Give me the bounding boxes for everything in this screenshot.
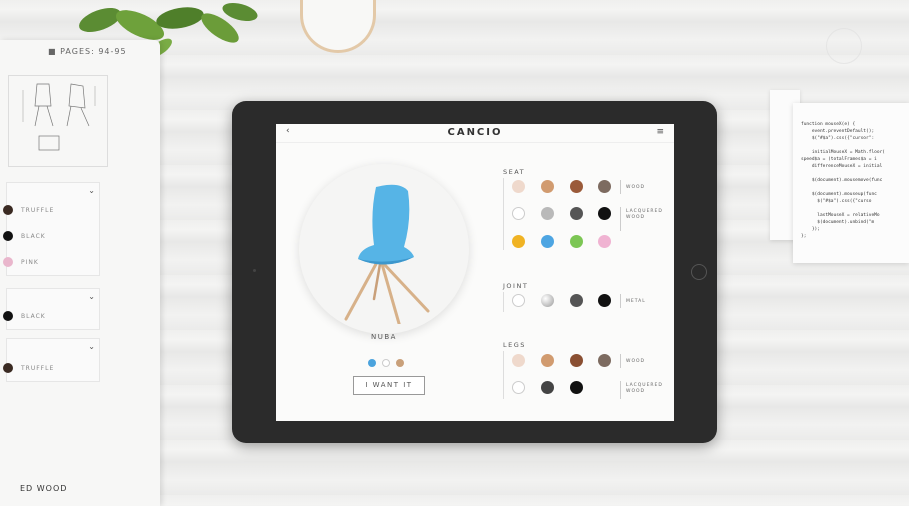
divider: [503, 292, 504, 312]
color-dot: [3, 363, 13, 373]
swatch-seat-lacq-8[interactable]: [598, 235, 611, 248]
variant-selector: [368, 359, 404, 367]
chevron-down-icon: ⌄: [88, 186, 95, 195]
swatch-seat-wood-4[interactable]: [598, 180, 611, 193]
swatch-seat-lacq-6[interactable]: [541, 235, 554, 248]
brand-logo: CANCIO: [447, 127, 503, 138]
camera-icon: [253, 269, 256, 272]
divider: [620, 381, 621, 399]
divider: [503, 351, 504, 399]
chevron-down-icon: ⌄: [88, 342, 95, 351]
code-card: function mouseX(e) { event.preventDefaul…: [793, 103, 909, 263]
divider: [620, 354, 621, 368]
color-card-3: ⌄ TRUFFLE: [3, 338, 100, 382]
swatch-joint-3[interactable]: [570, 294, 583, 307]
divider: [620, 294, 621, 308]
chair-sketch: [8, 75, 108, 167]
color-row: TRUFFLE: [3, 355, 99, 381]
color-card-2: ⌄ BLACK: [3, 288, 100, 330]
color-dot: [3, 231, 13, 241]
variant-dot[interactable]: [382, 359, 390, 367]
color-label: BLACK: [21, 312, 46, 320]
pages-label: ■ PAGES: 94-95: [48, 47, 127, 56]
variant-dot[interactable]: [368, 359, 376, 367]
color-row: TRUFFLE: [3, 197, 99, 223]
color-row: BLACK: [3, 303, 99, 329]
swatch-legs-lacq-1[interactable]: [512, 381, 525, 394]
color-row: PINK: [3, 249, 99, 275]
divider: [620, 180, 621, 194]
home-button[interactable]: [691, 264, 707, 280]
swatch-joint-4[interactable]: [598, 294, 611, 307]
color-card-1: ⌄ TRUFFLE BLACK PINK: [3, 182, 100, 276]
chair-leg: [372, 262, 382, 301]
section-legs-label: LEGS: [503, 341, 526, 349]
app-header: ‹ CANCIO ≡: [276, 124, 674, 143]
section-joint-label: JOINT: [503, 282, 529, 290]
material-label: LACQUERED WOOD: [626, 383, 663, 394]
swatch-seat-lacq-4[interactable]: [598, 207, 611, 220]
plate: [300, 0, 376, 53]
color-label: TRUFFLE: [21, 364, 55, 372]
app-screen: ‹ CANCIO ≡ NUBA I WANT IT SEAT WOOD LACQ…: [276, 124, 674, 421]
color-label: BLACK: [21, 232, 46, 240]
swatch-seat-lacq-5[interactable]: [512, 235, 525, 248]
material-label: WOOD: [626, 359, 645, 364]
material-label: LACQUERED WOOD: [626, 209, 663, 220]
swatch-seat-wood-1[interactable]: [512, 180, 525, 193]
material-label: WOOD: [626, 185, 645, 190]
i-want-it-button[interactable]: I WANT IT: [353, 376, 425, 395]
camera-icon: ■: [48, 47, 61, 56]
swatch-seat-wood-3[interactable]: [570, 180, 583, 193]
chair-leg: [382, 262, 430, 313]
swatch-joint-2[interactable]: [541, 294, 554, 307]
swatch-seat-wood-2[interactable]: [541, 180, 554, 193]
swatch-seat-lacq-7[interactable]: [570, 235, 583, 248]
chair-seat: [358, 184, 414, 265]
section-seat-label: SEAT: [503, 168, 526, 176]
swatch-legs-wood-1[interactable]: [512, 354, 525, 367]
color-dot: [3, 205, 13, 215]
divider: [620, 207, 621, 231]
chair-leg: [344, 262, 378, 321]
swatch-seat-lacq-3[interactable]: [570, 207, 583, 220]
color-label: TRUFFLE: [21, 206, 55, 214]
chevron-down-icon: ⌄: [88, 292, 95, 301]
swatch-legs-wood-4[interactable]: [598, 354, 611, 367]
wood-knot: [826, 28, 862, 64]
swatch-seat-lacq-2[interactable]: [541, 207, 554, 220]
swatch-legs-wood-3[interactable]: [570, 354, 583, 367]
chair-image[interactable]: [316, 169, 446, 324]
product-name: NUBA: [371, 333, 397, 341]
material-label: METAL: [626, 299, 646, 304]
divider: [503, 178, 504, 250]
color-dot: [3, 257, 13, 267]
swatch-seat-lacq-1[interactable]: [512, 207, 525, 220]
color-dot: [3, 311, 13, 321]
swatch-legs-lacq-2[interactable]: [541, 381, 554, 394]
swatch-joint-1[interactable]: [512, 294, 525, 307]
color-label: PINK: [21, 258, 39, 266]
color-row: BLACK: [3, 223, 99, 249]
wood-label: ED WOOD: [20, 484, 68, 493]
hamburger-icon[interactable]: ≡: [656, 127, 664, 137]
swatch-legs-lacq-3[interactable]: [570, 381, 583, 394]
swatch-legs-wood-2[interactable]: [541, 354, 554, 367]
variant-dot[interactable]: [396, 359, 404, 367]
